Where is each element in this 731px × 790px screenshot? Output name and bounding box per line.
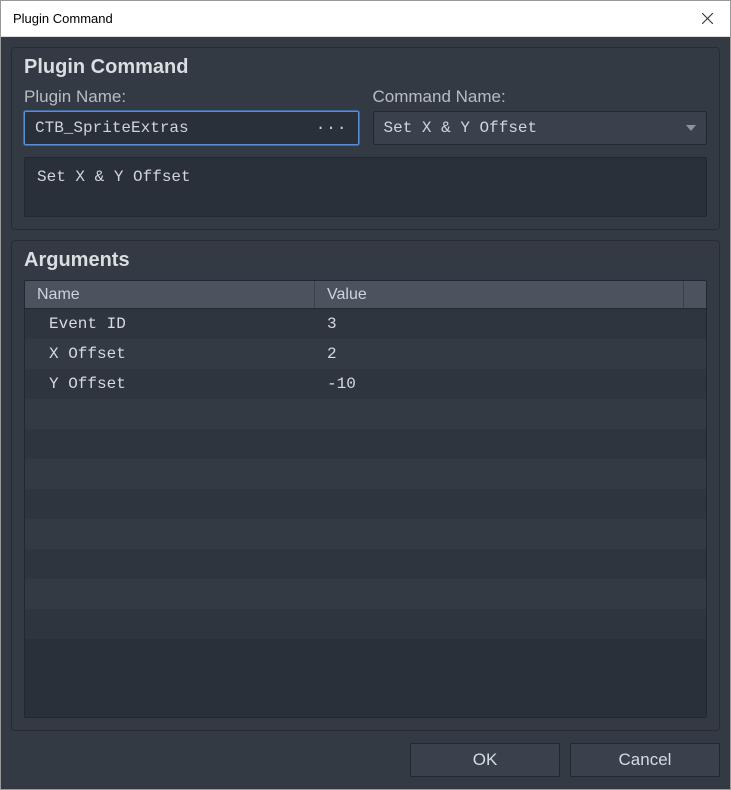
table-row[interactable] [25,579,706,609]
arguments-group-title: Arguments [24,249,707,272]
command-name-value: Set X & Y Offset [384,119,538,137]
command-name-field: Command Name: Set X & Y Offset [373,87,708,145]
plugin-command-group: Plugin Command Plugin Name: CTB_SpriteEx… [11,47,720,230]
table-row[interactable] [25,519,706,549]
plugin-name-value: CTB_SpriteExtras [35,119,189,137]
table-row[interactable] [25,609,706,639]
column-header-value[interactable]: Value [315,281,684,308]
arguments-table-header: Name Value [25,281,706,309]
close-icon [702,13,713,24]
dialog-button-row: OK Cancel [11,741,720,779]
table-row[interactable]: X Offset 2 [25,339,706,369]
column-header-name[interactable]: Name [25,281,315,308]
table-row[interactable] [25,429,706,459]
command-name-label: Command Name: [373,87,708,107]
command-description: Set X & Y Offset [24,157,707,217]
table-row[interactable] [25,399,706,429]
column-header-spacer [684,281,706,308]
table-row[interactable] [25,549,706,579]
table-row[interactable] [25,489,706,519]
table-row[interactable] [25,459,706,489]
command-name-select[interactable]: Set X & Y Offset [373,111,708,145]
client-area: Plugin Command Plugin Name: CTB_SpriteEx… [1,37,730,789]
table-row[interactable]: Event ID 3 [25,309,706,339]
command-description-text: Set X & Y Offset [37,168,191,186]
arguments-group: Arguments Name Value Event ID 3 X Offset… [11,240,720,731]
arg-value: -10 [315,375,706,393]
close-button[interactable] [684,1,730,37]
plugin-name-label: Plugin Name: [24,87,359,107]
plugin-command-group-title: Plugin Command [24,56,707,79]
ellipsis-icon[interactable]: ··· [316,119,348,137]
ok-button[interactable]: OK [410,743,560,777]
table-row[interactable]: Y Offset -10 [25,369,706,399]
plugin-name-field: Plugin Name: CTB_SpriteExtras ··· [24,87,359,145]
arg-name: Y Offset [25,375,315,393]
arg-value: 3 [315,315,706,333]
arg-value: 2 [315,345,706,363]
cancel-button[interactable]: Cancel [570,743,720,777]
plugin-name-input[interactable]: CTB_SpriteExtras ··· [24,111,359,145]
arg-name: X Offset [25,345,315,363]
arguments-table: Name Value Event ID 3 X Offset 2 Y Offse… [24,280,707,718]
arg-name: Event ID [25,315,315,333]
window-title: Plugin Command [13,11,113,26]
plugin-command-fields-row: Plugin Name: CTB_SpriteExtras ··· Comman… [24,87,707,145]
arguments-table-body: Event ID 3 X Offset 2 Y Offset -10 [25,309,706,717]
chevron-down-icon [686,125,696,131]
titlebar: Plugin Command [1,1,730,37]
plugin-command-dialog: Plugin Command Plugin Command Plugin Nam… [0,0,731,790]
